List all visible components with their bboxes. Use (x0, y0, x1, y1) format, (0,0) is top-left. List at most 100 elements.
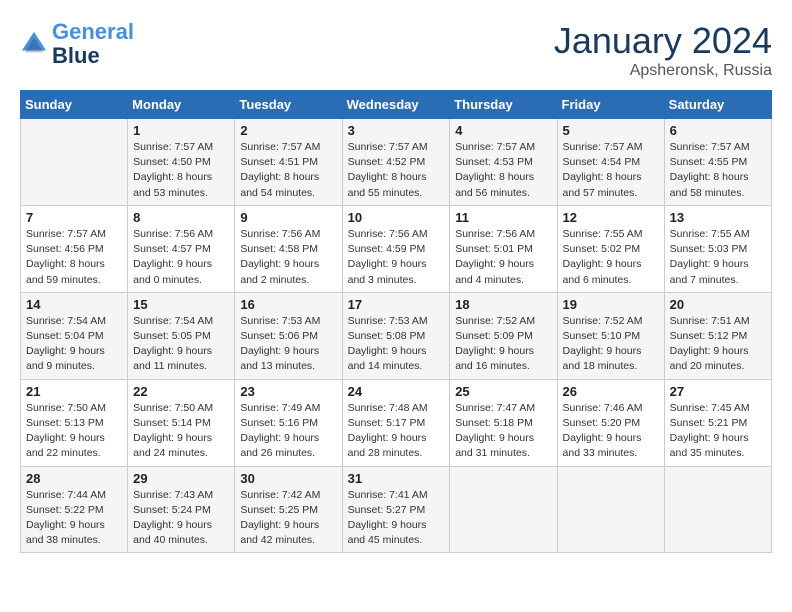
page-header: GeneralBlue January 2024 Apsheronsk, Rus… (20, 20, 772, 80)
month-title: January 2024 (554, 20, 772, 62)
day-info: Sunrise: 7:46 AMSunset: 5:20 PMDaylight:… (563, 401, 659, 462)
day-info: Sunrise: 7:42 AMSunset: 5:25 PMDaylight:… (240, 488, 336, 549)
day-info: Sunrise: 7:57 AMSunset: 4:55 PMDaylight:… (670, 140, 766, 201)
day-number: 12 (563, 210, 659, 225)
day-cell (21, 119, 128, 206)
day-number: 8 (133, 210, 229, 225)
header-cell-monday: Monday (128, 91, 235, 119)
day-cell: 30 Sunrise: 7:42 AMSunset: 5:25 PMDayligh… (235, 466, 342, 553)
day-info: Sunrise: 7:44 AMSunset: 5:22 PMDaylight:… (26, 488, 122, 549)
logo-text: GeneralBlue (52, 20, 134, 68)
day-number: 24 (348, 384, 445, 399)
day-info: Sunrise: 7:41 AMSunset: 5:27 PMDaylight:… (348, 488, 445, 549)
day-number: 28 (26, 471, 122, 486)
day-info: Sunrise: 7:52 AMSunset: 5:10 PMDaylight:… (563, 314, 659, 375)
day-cell: 12 Sunrise: 7:55 AMSunset: 5:02 PMDayligh… (557, 205, 664, 292)
header-cell-thursday: Thursday (450, 91, 557, 119)
day-cell: 16Sunrise: 7:53 AMSunset: 5:06 PMDayligh… (235, 292, 342, 379)
day-number: 25 (455, 384, 551, 399)
day-number: 15 (133, 297, 229, 312)
header-cell-saturday: Saturday (664, 91, 771, 119)
header-cell-tuesday: Tuesday (235, 91, 342, 119)
day-info: Sunrise: 7:55 AMSunset: 5:02 PMDaylight:… (563, 227, 659, 288)
day-info: Sunrise: 7:55 AMSunset: 5:03 PMDaylight:… (670, 227, 766, 288)
day-info: Sunrise: 7:56 AMSunset: 4:57 PMDaylight:… (133, 227, 229, 288)
day-number: 3 (348, 123, 445, 138)
header-cell-sunday: Sunday (21, 91, 128, 119)
day-number: 17 (348, 297, 445, 312)
day-info: Sunrise: 7:43 AMSunset: 5:24 PMDaylight:… (133, 488, 229, 549)
day-info: Sunrise: 7:49 AMSunset: 5:16 PMDaylight:… (240, 401, 336, 462)
day-cell: 6 Sunrise: 7:57 AMSunset: 4:55 PMDaylight… (664, 119, 771, 206)
header-cell-wednesday: Wednesday (342, 91, 450, 119)
day-cell: 17 Sunrise: 7:53 AMSunset: 5:08 PMDayligh… (342, 292, 450, 379)
day-cell: 20Sunrise: 7:51 AMSunset: 5:12 PMDayligh… (664, 292, 771, 379)
day-number: 29 (133, 471, 229, 486)
subtitle: Apsheronsk, Russia (554, 62, 772, 80)
day-number: 18 (455, 297, 551, 312)
logo-icon (20, 30, 48, 58)
day-cell: 25 Sunrise: 7:47 AMSunset: 5:18 PMDayligh… (450, 379, 557, 466)
header-cell-friday: Friday (557, 91, 664, 119)
day-number: 2 (240, 123, 336, 138)
day-cell: 14 Sunrise: 7:54 AMSunset: 5:04 PMDayligh… (21, 292, 128, 379)
day-cell: 28 Sunrise: 7:44 AMSunset: 5:22 PMDayligh… (21, 466, 128, 553)
day-cell: 29 Sunrise: 7:43 AMSunset: 5:24 PMDayligh… (128, 466, 235, 553)
week-row-3: 21 Sunrise: 7:50 AMSunset: 5:13 PMDayligh… (21, 379, 772, 466)
calendar-body: 1 Sunrise: 7:57 AMSunset: 4:50 PMDaylight… (21, 119, 772, 553)
day-number: 21 (26, 384, 122, 399)
day-info: Sunrise: 7:53 AMSunset: 5:08 PMDaylight:… (348, 314, 445, 375)
day-cell: 11 Sunrise: 7:56 AMSunset: 5:01 PMDayligh… (450, 205, 557, 292)
day-number: 1 (133, 123, 229, 138)
day-cell: 18 Sunrise: 7:52 AMSunset: 5:09 PMDayligh… (450, 292, 557, 379)
day-info: Sunrise: 7:53 AMSunset: 5:06 PMDaylight:… (240, 314, 336, 375)
day-number: 10 (348, 210, 445, 225)
day-cell: 24 Sunrise: 7:48 AMSunset: 5:17 PMDayligh… (342, 379, 450, 466)
day-cell: 26 Sunrise: 7:46 AMSunset: 5:20 PMDayligh… (557, 379, 664, 466)
day-cell: 21 Sunrise: 7:50 AMSunset: 5:13 PMDayligh… (21, 379, 128, 466)
day-number: 7 (26, 210, 122, 225)
day-cell: 2 Sunrise: 7:57 AMSunset: 4:51 PMDaylight… (235, 119, 342, 206)
day-info: Sunrise: 7:51 AMSunset: 5:12 PMDaylight:… (670, 314, 766, 375)
day-cell: 8 Sunrise: 7:56 AMSunset: 4:57 PMDaylight… (128, 205, 235, 292)
day-info: Sunrise: 7:57 AMSunset: 4:56 PMDaylight:… (26, 227, 122, 288)
day-cell (450, 466, 557, 553)
day-info: Sunrise: 7:56 AMSunset: 4:59 PMDaylight:… (348, 227, 445, 288)
day-cell (664, 466, 771, 553)
title-section: January 2024 Apsheronsk, Russia (554, 20, 772, 80)
day-info: Sunrise: 7:57 AMSunset: 4:50 PMDaylight:… (133, 140, 229, 201)
day-info: Sunrise: 7:54 AMSunset: 5:04 PMDaylight:… (26, 314, 122, 375)
day-number: 27 (670, 384, 766, 399)
day-number: 11 (455, 210, 551, 225)
day-info: Sunrise: 7:52 AMSunset: 5:09 PMDaylight:… (455, 314, 551, 375)
day-cell: 27Sunrise: 7:45 AMSunset: 5:21 PMDayligh… (664, 379, 771, 466)
week-row-1: 7 Sunrise: 7:57 AMSunset: 4:56 PMDaylight… (21, 205, 772, 292)
day-info: Sunrise: 7:48 AMSunset: 5:17 PMDaylight:… (348, 401, 445, 462)
day-number: 26 (563, 384, 659, 399)
day-cell: 3Sunrise: 7:57 AMSunset: 4:52 PMDaylight… (342, 119, 450, 206)
day-cell: 31Sunrise: 7:41 AMSunset: 5:27 PMDayligh… (342, 466, 450, 553)
week-row-4: 28 Sunrise: 7:44 AMSunset: 5:22 PMDayligh… (21, 466, 772, 553)
day-info: Sunrise: 7:57 AMSunset: 4:51 PMDaylight:… (240, 140, 336, 201)
day-info: Sunrise: 7:47 AMSunset: 5:18 PMDaylight:… (455, 401, 551, 462)
day-info: Sunrise: 7:56 AMSunset: 5:01 PMDaylight:… (455, 227, 551, 288)
week-row-2: 14 Sunrise: 7:54 AMSunset: 5:04 PMDayligh… (21, 292, 772, 379)
day-cell: 23Sunrise: 7:49 AMSunset: 5:16 PMDayligh… (235, 379, 342, 466)
day-cell: 5 Sunrise: 7:57 AMSunset: 4:54 PMDaylight… (557, 119, 664, 206)
day-cell: 10 Sunrise: 7:56 AMSunset: 4:59 PMDayligh… (342, 205, 450, 292)
day-number: 14 (26, 297, 122, 312)
day-cell: 19Sunrise: 7:52 AMSunset: 5:10 PMDayligh… (557, 292, 664, 379)
day-number: 6 (670, 123, 766, 138)
day-number: 22 (133, 384, 229, 399)
day-number: 5 (563, 123, 659, 138)
day-number: 30 (240, 471, 336, 486)
day-info: Sunrise: 7:50 AMSunset: 5:14 PMDaylight:… (133, 401, 229, 462)
week-row-0: 1 Sunrise: 7:57 AMSunset: 4:50 PMDaylight… (21, 119, 772, 206)
day-number: 9 (240, 210, 336, 225)
day-cell: 9Sunrise: 7:56 AMSunset: 4:58 PMDaylight… (235, 205, 342, 292)
day-info: Sunrise: 7:57 AMSunset: 4:54 PMDaylight:… (563, 140, 659, 201)
day-cell (557, 466, 664, 553)
calendar-table: SundayMondayTuesdayWednesdayThursdayFrid… (20, 90, 772, 553)
day-info: Sunrise: 7:50 AMSunset: 5:13 PMDaylight:… (26, 401, 122, 462)
day-cell: 22 Sunrise: 7:50 AMSunset: 5:14 PMDayligh… (128, 379, 235, 466)
